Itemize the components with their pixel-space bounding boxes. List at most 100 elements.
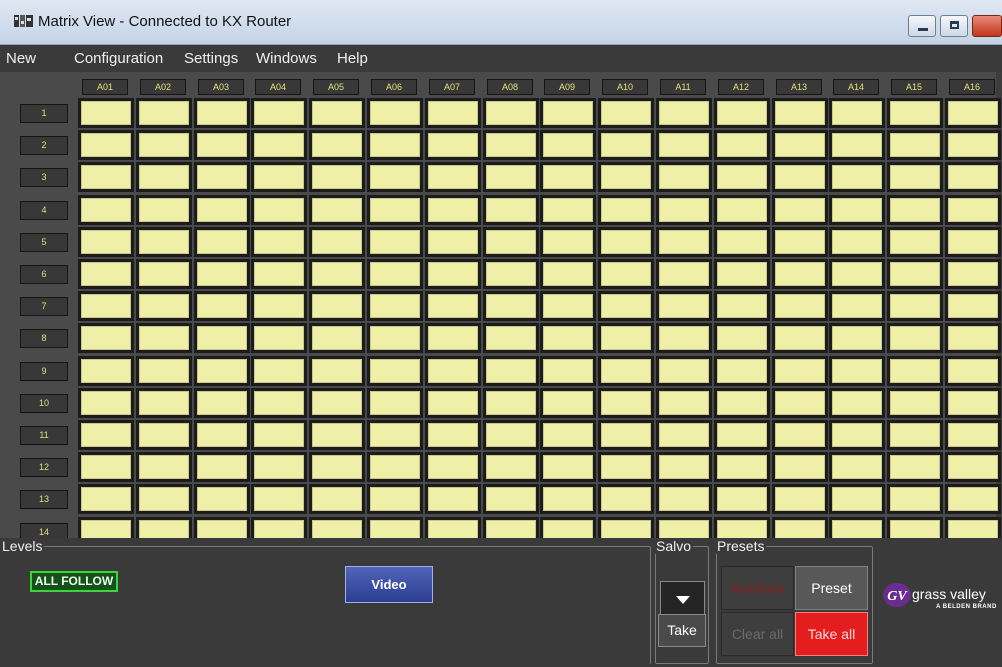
crosspoint-cell[interactable] [714,452,770,482]
crosspoint-cell[interactable] [540,452,596,482]
crosspoint-cell[interactable] [656,517,712,538]
row-header-6[interactable]: 6 [20,265,68,284]
crosspoint-cell[interactable] [772,98,828,128]
crosspoint-cell[interactable] [78,227,134,257]
crosspoint-cell[interactable] [540,291,596,321]
crosspoint-cell[interactable] [945,162,1001,192]
crosspoint-cell[interactable] [598,291,654,321]
crosspoint-cell[interactable] [367,291,423,321]
crosspoint-cell[interactable] [251,388,307,418]
crosspoint-cell[interactable] [772,130,828,160]
crosspoint-cell[interactable] [194,484,250,514]
crosspoint-cell[interactable] [887,130,943,160]
crosspoint-cell[interactable] [367,195,423,225]
minimize-button[interactable] [908,15,936,37]
crosspoint-cell[interactable] [483,452,539,482]
column-header-a08[interactable]: A08 [487,79,533,95]
crosspoint-cell[interactable] [772,517,828,538]
column-header-a10[interactable]: A10 [602,79,648,95]
crosspoint-cell[interactable] [309,388,365,418]
crosspoint-cell[interactable] [598,388,654,418]
crosspoint-cell[interactable] [598,195,654,225]
crosspoint-cell[interactable] [194,227,250,257]
crosspoint-cell[interactable] [598,227,654,257]
crosspoint-cell[interactable] [78,162,134,192]
crosspoint-cell[interactable] [194,323,250,353]
crosspoint-cell[interactable] [309,162,365,192]
crosspoint-cell[interactable] [425,356,481,386]
crosspoint-cell[interactable] [656,162,712,192]
crosspoint-cell[interactable] [367,323,423,353]
row-header-8[interactable]: 8 [20,329,68,348]
crosspoint-cell[interactable] [714,291,770,321]
crosspoint-cell[interactable] [829,388,885,418]
crosspoint-cell[interactable] [425,484,481,514]
crosspoint-cell[interactable] [945,195,1001,225]
crosspoint-cell[interactable] [598,259,654,289]
crosspoint-cell[interactable] [656,388,712,418]
column-header-a13[interactable]: A13 [776,79,822,95]
preset-button[interactable]: Preset [795,566,868,610]
crosspoint-cell[interactable] [78,130,134,160]
crosspoint-cell[interactable] [772,452,828,482]
crosspoint-cell[interactable] [829,356,885,386]
crosspoint-cell[interactable] [425,227,481,257]
crosspoint-cell[interactable] [194,517,250,538]
crosspoint-cell[interactable] [656,420,712,450]
row-header-13[interactable]: 13 [20,490,68,509]
crosspoint-cell[interactable] [251,420,307,450]
crosspoint-cell[interactable] [829,259,885,289]
all-follow-button[interactable]: ALL FOLLOW [30,571,118,592]
crosspoint-cell[interactable] [483,356,539,386]
crosspoint-cell[interactable] [483,388,539,418]
crosspoint-cell[interactable] [887,420,943,450]
crosspoint-cell[interactable] [829,227,885,257]
crosspoint-cell[interactable] [714,484,770,514]
crosspoint-cell[interactable] [772,323,828,353]
row-header-3[interactable]: 3 [20,168,68,187]
column-header-a14[interactable]: A14 [833,79,879,95]
crosspoint-cell[interactable] [425,452,481,482]
crosspoint-cell[interactable] [483,291,539,321]
crosspoint-cell[interactable] [251,162,307,192]
crosspoint-cell[interactable] [309,195,365,225]
crosspoint-cell[interactable] [483,517,539,538]
crosspoint-cell[interactable] [714,420,770,450]
crosspoint-cell[interactable] [945,484,1001,514]
crosspoint-cell[interactable] [136,98,192,128]
crosspoint-cell[interactable] [656,195,712,225]
autolock-button[interactable]: Autolock [721,566,794,610]
crosspoint-cell[interactable] [656,130,712,160]
crosspoint-cell[interactable] [194,388,250,418]
crosspoint-cell[interactable] [829,291,885,321]
crosspoint-cell[interactable] [136,195,192,225]
crosspoint-cell[interactable] [540,98,596,128]
crosspoint-cell[interactable] [714,356,770,386]
crosspoint-cell[interactable] [887,259,943,289]
crosspoint-cell[interactable] [887,291,943,321]
row-header-4[interactable]: 4 [20,201,68,220]
crosspoint-cell[interactable] [887,323,943,353]
crosspoint-cell[interactable] [194,259,250,289]
crosspoint-cell[interactable] [194,356,250,386]
crosspoint-cell[interactable] [945,259,1001,289]
crosspoint-cell[interactable] [656,259,712,289]
crosspoint-cell[interactable] [540,259,596,289]
crosspoint-cell[interactable] [367,98,423,128]
crosspoint-cell[interactable] [425,388,481,418]
crosspoint-cell[interactable] [656,227,712,257]
crosspoint-cell[interactable] [540,195,596,225]
crosspoint-cell[interactable] [367,452,423,482]
crosspoint-cell[interactable] [425,420,481,450]
crosspoint-cell[interactable] [598,517,654,538]
crosspoint-cell[interactable] [78,388,134,418]
crosspoint-cell[interactable] [136,484,192,514]
crosspoint-cell[interactable] [483,195,539,225]
column-header-a16[interactable]: A16 [949,79,995,95]
crosspoint-cell[interactable] [78,291,134,321]
crosspoint-cell[interactable] [714,517,770,538]
crosspoint-cell[interactable] [540,323,596,353]
crosspoint-cell[interactable] [425,130,481,160]
crosspoint-cell[interactable] [425,98,481,128]
crosspoint-cell[interactable] [656,356,712,386]
